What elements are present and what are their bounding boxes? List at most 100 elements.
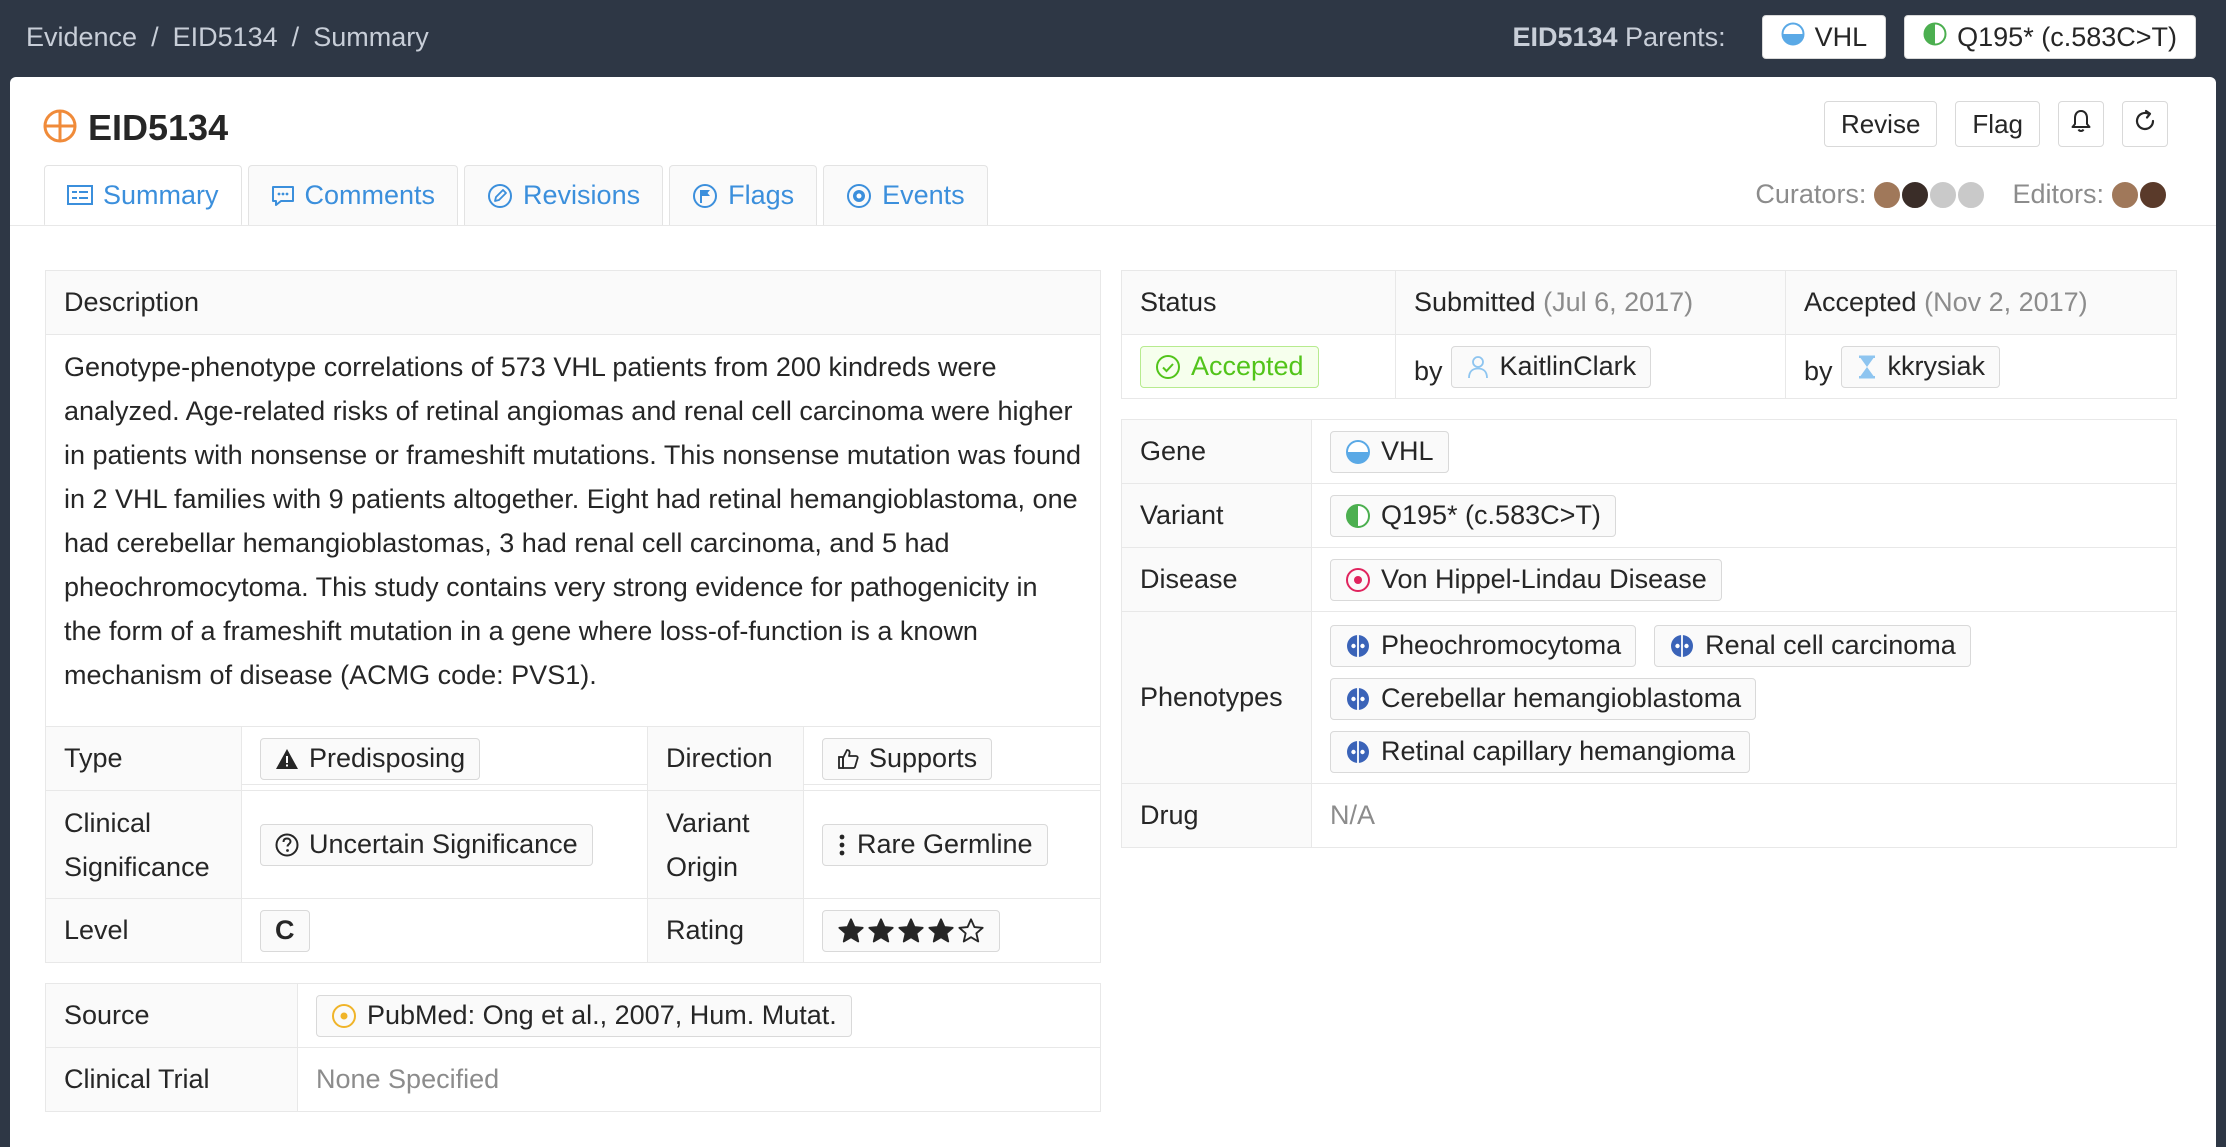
parent-variant-label: Q195* (c.583C>T) — [1957, 21, 2177, 52]
breadcrumb-eid[interactable]: EID5134 — [173, 22, 278, 52]
tab-summary[interactable]: Summary — [44, 165, 242, 226]
avatar[interactable] — [1928, 179, 1959, 210]
tab-revisions-label: Revisions — [523, 180, 641, 210]
attributes-table: Type Predisposing Direction Supports Cli… — [45, 726, 1101, 963]
phenotype-tag[interactable]: Renal cell carcinoma — [1654, 624, 1971, 667]
disease-tag[interactable]: Von Hippel-Lindau Disease — [1330, 558, 1722, 601]
breadcrumb-evidence[interactable]: Evidence — [26, 22, 137, 52]
direction-label: Direction — [647, 726, 804, 791]
parents-label: EID5134 Parents: — [1512, 21, 1726, 52]
rating-stars — [837, 917, 985, 945]
submitter-tag[interactable]: KaitlinClark — [1450, 345, 1652, 388]
tab-flags[interactable]: Flags — [669, 165, 818, 225]
avatar[interactable] — [2110, 179, 2140, 210]
accepted-label: Accepted — [1804, 287, 1917, 317]
tab-comments-label: Comments — [304, 180, 436, 210]
variant-label: Variant — [1121, 483, 1312, 548]
refresh-button[interactable] — [2122, 101, 2168, 147]
variant-tag[interactable]: Q195* (c.583C>T) — [1330, 494, 1616, 537]
star-filled-icon — [868, 917, 894, 942]
variant-icon — [1345, 503, 1371, 529]
clinical-significance-tag[interactable]: Uncertain Significance — [260, 823, 593, 866]
source-value: PubMed: Ong et al., 2007, Hum. Mutat. — [367, 1000, 837, 1030]
rating-tag[interactable] — [822, 909, 1000, 952]
edit-icon — [487, 183, 513, 209]
user-icon — [1466, 354, 1490, 380]
phenotype-label: Retinal capillary hemangioma — [1381, 736, 1736, 766]
acceptor-name: kkrysiak — [1887, 351, 1986, 381]
phenotypes-label: Phenotypes — [1121, 611, 1312, 784]
events-icon — [846, 183, 872, 209]
breadcrumb-separator: / — [151, 22, 159, 52]
phenotype-tag[interactable]: Retinal capillary hemangioma — [1330, 730, 1751, 773]
editor-avatars — [2110, 179, 2168, 210]
type-tag[interactable]: Predisposing — [260, 737, 481, 780]
acceptor-tag[interactable]: kkrysiak — [1840, 345, 2001, 388]
flag-button[interactable]: Flag — [1955, 101, 2040, 147]
accepted-by-label: by — [1804, 355, 1833, 386]
direction-tag[interactable]: Supports — [822, 737, 993, 780]
level-tag[interactable]: C — [260, 909, 310, 952]
avatar[interactable] — [1872, 179, 1903, 210]
parents-bar: EID5134 Parents: VHL Q195* (c.583C>T) — [1512, 15, 2196, 59]
variant-value: Q195* (c.583C>T) — [1381, 500, 1601, 530]
tab-bar: Summary Comments Revisions Flags Events — [44, 165, 994, 226]
status-value: Accepted — [1191, 351, 1304, 381]
avatar[interactable] — [2138, 179, 2168, 210]
variant-icon — [1923, 22, 1947, 53]
phenotype-label: Cerebellar hemangioblastoma — [1381, 683, 1742, 713]
source-table: Source PubMed: Ong et al., 2007, Hum. Mu… — [45, 983, 1101, 1112]
clinical-significance-value: Uncertain Significance — [309, 829, 578, 859]
star-filled-icon — [898, 917, 924, 942]
gene-label: Gene — [1121, 419, 1312, 484]
star-filled-icon — [838, 917, 864, 942]
avatar[interactable] — [1900, 179, 1931, 210]
question-icon — [275, 833, 299, 857]
accepted-date: (Nov 2, 2017) — [1924, 287, 2088, 317]
submitted-label: Submitted — [1414, 287, 1536, 317]
phenotype-tag[interactable]: Cerebellar hemangioblastoma — [1330, 677, 1757, 720]
drug-label: Drug — [1121, 783, 1312, 848]
warning-icon — [275, 748, 299, 770]
submitted-by-label: by — [1414, 355, 1443, 386]
breadcrumb: Evidence / EID5134 / Summary — [26, 22, 429, 53]
more-vertical-icon — [837, 833, 847, 857]
source-icon — [331, 1003, 357, 1029]
evidence-card: EID5134 Revise Flag Summary Comments Rev… — [10, 77, 2216, 1147]
avatar[interactable] — [1956, 179, 1987, 210]
phenotype-label: Renal cell carcinoma — [1705, 630, 1956, 660]
clinical-trial-label: Clinical Trial — [45, 1047, 298, 1112]
variant-origin-tag[interactable]: Rare Germline — [822, 823, 1048, 866]
tab-comments[interactable]: Comments — [247, 165, 459, 225]
editors-label: Editors: — [2012, 179, 2104, 209]
tab-revisions[interactable]: Revisions — [464, 165, 664, 225]
evidence-icon — [42, 108, 78, 149]
parent-variant-tag[interactable]: Q195* (c.583C>T) — [1904, 15, 2196, 59]
description-text: Genotype-phenotype correlations of 573 V… — [64, 352, 1082, 690]
phenotype-tag[interactable]: Pheochromocytoma — [1330, 624, 1637, 667]
revise-button[interactable]: Revise — [1823, 101, 1938, 147]
curators-editors: Curators: Editors: — [1755, 179, 2168, 210]
breadcrumb-separator: / — [291, 22, 300, 52]
phenotype-icon — [1345, 686, 1371, 712]
source-label: Source — [45, 983, 298, 1048]
level-label: Level — [45, 898, 242, 963]
clinical-significance-label: Clinical Significance — [45, 790, 242, 899]
tab-events[interactable]: Events — [823, 165, 988, 225]
breadcrumb-summary: Summary — [313, 22, 429, 52]
type-label: Type — [45, 726, 242, 791]
status-label: Status — [1121, 270, 1396, 335]
description-panel: Description Genotype-phenotype correlati… — [45, 270, 1101, 785]
disease-icon — [1345, 567, 1371, 593]
bell-icon — [2069, 108, 2093, 141]
refresh-icon — [2132, 108, 2158, 141]
tab-summary-label: Summary — [103, 179, 219, 210]
subscribe-button[interactable] — [2058, 101, 2104, 147]
gene-tag[interactable]: VHL — [1330, 430, 1449, 473]
disease-label: Disease — [1121, 547, 1312, 612]
top-bar: Evidence / EID5134 / Summary EID5134 Parents… — [0, 0, 2226, 76]
variant-origin-value: Rare Germline — [857, 829, 1033, 859]
status-badge: Accepted — [1140, 345, 1319, 388]
source-tag[interactable]: PubMed: Ong et al., 2007, Hum. Mutat. — [316, 994, 852, 1037]
parent-gene-tag[interactable]: VHL — [1761, 15, 1887, 59]
